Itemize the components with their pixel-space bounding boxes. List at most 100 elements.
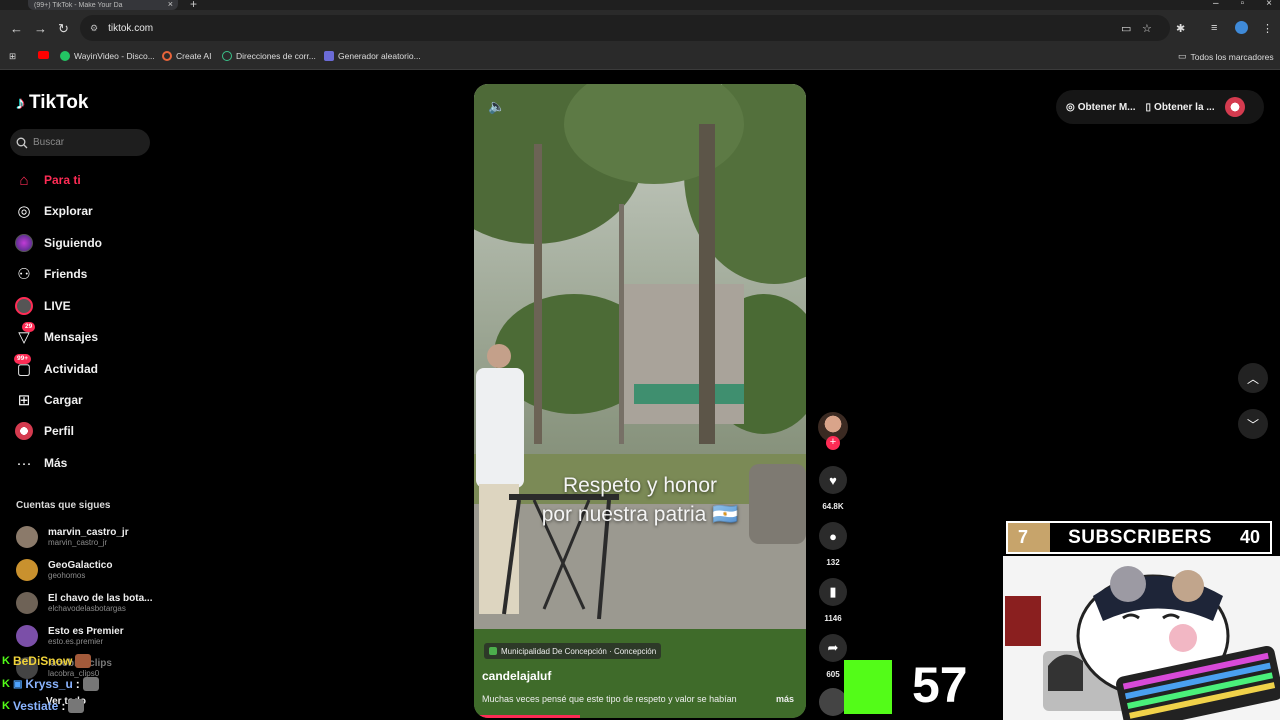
more-button[interactable]: más — [776, 694, 794, 704]
address-bar[interactable]: ⚙ tiktok.com — [80, 15, 1170, 41]
nav-label: Actividad — [44, 362, 99, 376]
minimize-icon[interactable]: – — [1213, 0, 1219, 9]
browser-tabstrip: (99+) TikTok - Make Your Da × + – ▫ × — [0, 0, 1280, 11]
tab-close-icon[interactable]: × — [168, 0, 173, 9]
following-avatar — [15, 234, 33, 252]
user-avatar[interactable] — [1224, 97, 1245, 117]
bookmark-create-ai[interactable]: Create AI — [162, 51, 211, 61]
top-right-actions: ◎ Obtener M... ▯ Obtener la ... — [1056, 90, 1264, 124]
following-account[interactable]: El chavo de las bota... elchavodelasbotar… — [16, 592, 152, 614]
video-caption-line1: Respeto y honor — [562, 474, 718, 497]
nav-label: Explorar — [44, 204, 93, 218]
bookmark-generador[interactable]: Generador aleatorio... — [324, 51, 421, 61]
next-video-button[interactable]: ﹀ — [1238, 409, 1268, 439]
nav-perfil[interactable]: Perfil — [14, 420, 74, 442]
bookmark-wayinvideo[interactable]: WayinVideo - Disco... — [60, 51, 155, 61]
nav-actividad[interactable]: ▢ 99+ Actividad — [14, 354, 99, 380]
following-account[interactable]: GeoGalactico geohomos — [16, 559, 112, 581]
nav-label: Friends — [44, 267, 88, 281]
bookmark-label: Direcciones de corr... — [236, 51, 316, 61]
browser-toolbar: ← → ↻ ⚙ tiktok.com ▭ ☆ ✱ ≡ ⋮ — [0, 10, 1280, 46]
following-account[interactable]: Esto es Premier esto.es.premier — [16, 625, 124, 647]
avatar — [16, 625, 38, 647]
nav-mensajes[interactable]: ▽ 29 Mensajes — [14, 322, 98, 348]
nav-explorar[interactable]: ◎ Explorar — [14, 200, 93, 222]
live-avatar — [15, 297, 33, 315]
previous-video-button[interactable]: ︿ — [1238, 363, 1268, 393]
follow-plus-icon[interactable]: + — [826, 436, 840, 450]
all-bookmarks[interactable]: ▭ Todos los marcadores — [1178, 51, 1274, 62]
account-handle: esto.es.premier — [48, 636, 104, 646]
emote-icon — [68, 699, 85, 713]
bookmarks-bar: ⊞ WayinVideo - Disco... Create AI Direcc… — [0, 46, 1280, 70]
url-text: tiktok.com — [108, 22, 154, 34]
chat-user: Vestiate — [12, 699, 59, 713]
get-coins-button[interactable]: ◎ Obtener M... — [1066, 102, 1136, 113]
avatar — [16, 592, 38, 614]
video-username[interactable]: candelajaluf — [482, 669, 551, 683]
location-pin-icon — [489, 647, 497, 655]
apps-grid-icon[interactable]: ⊞ — [9, 51, 16, 62]
streamer-camera-overlay — [1003, 556, 1280, 720]
video-player[interactable]: 🔈 Respeto y honor por nuestra patria 🇦🇷 … — [474, 84, 806, 718]
browser-tab[interactable]: (99+) TikTok - Make Your Da × — [28, 0, 178, 10]
save-button[interactable]: ▮ 1146 — [818, 578, 848, 623]
compass-icon: ◎ — [17, 203, 31, 220]
tiktok-logo[interactable]: ♪ TikTok — [16, 92, 88, 114]
like-button[interactable]: ♥ 64.8K — [818, 466, 848, 511]
nav-siguiendo[interactable]: Siguiendo — [14, 232, 102, 254]
reload-icon[interactable]: ↻ — [58, 21, 69, 37]
creator-avatar-button[interactable]: + — [818, 412, 848, 450]
nav-friends[interactable]: ⚇ Friends — [14, 263, 87, 285]
avatar — [16, 526, 38, 548]
maximize-icon[interactable]: ▫ — [1241, 0, 1245, 9]
profile-avatar — [15, 422, 33, 440]
location-tag[interactable]: Municipalidad De Concepción · Concepción — [484, 643, 662, 659]
bookmark-direcciones[interactable]: Direcciones de corr... — [222, 51, 316, 61]
profile-avatar-icon[interactable] — [1235, 21, 1248, 34]
comment-icon: ● — [819, 522, 847, 550]
back-icon[interactable]: ← — [10, 21, 23, 36]
upload-icon: ⊞ — [17, 392, 31, 409]
install-app-icon[interactable]: ▭ — [1121, 22, 1131, 35]
coin-icon: ◎ — [1066, 101, 1075, 113]
profile-icon — [14, 421, 34, 441]
youtube-bookmark[interactable] — [38, 51, 49, 59]
heart-icon: ♥ — [819, 466, 847, 494]
site-info-icon[interactable]: ⚙ — [90, 23, 98, 34]
messages-icon: ▽ 29 — [14, 322, 36, 347]
nav-live[interactable]: LIVE — [14, 295, 71, 317]
menu-kebab-icon[interactable]: ⋮ — [1262, 22, 1273, 35]
video-progress-bar[interactable] — [474, 715, 581, 718]
search-icon — [16, 137, 28, 148]
nav-mas[interactable]: ··· Más — [14, 452, 68, 474]
reading-list-icon[interactable]: ≡ — [1211, 22, 1217, 34]
creator-avatar: + — [818, 412, 848, 450]
volume-icon[interactable]: 🔈 — [488, 98, 505, 115]
comment-button[interactable]: ● 132 — [818, 522, 848, 567]
kick-badge-icon: K — [2, 655, 10, 667]
nav-para-ti[interactable]: ⌂ Para ti — [14, 169, 80, 191]
following-account[interactable]: marvin_castro_jr marvin_castro_jr — [16, 526, 129, 548]
logo-text: TikTok — [29, 92, 89, 113]
subscriber-goal-bar: 7 SUBSCRIBERS 40 — [1006, 521, 1272, 554]
youtube-icon — [38, 51, 49, 59]
chevron-down-icon: ﹀ — [1246, 417, 1259, 432]
forward-icon[interactable]: → — [34, 21, 47, 36]
nav-cargar[interactable]: ⊞ Cargar — [14, 389, 83, 411]
like-count: 64.8K — [822, 502, 844, 511]
nav-label: LIVE — [44, 299, 71, 313]
account-name: El chavo de las bota... — [48, 592, 153, 604]
get-app-button[interactable]: ▯ Obtener la ... — [1146, 102, 1215, 113]
bookmark-star-icon[interactable]: ☆ — [1142, 22, 1152, 35]
chat-message: K ▣ Kryss_u : — [2, 677, 99, 691]
extensions-icon[interactable]: ✱ — [1176, 22, 1185, 35]
bookmark-label: WayinVideo - Disco... — [74, 51, 155, 61]
bookmark-label: Create AI — [176, 51, 212, 61]
sub-badge-icon: ▣ — [12, 678, 23, 690]
close-window-icon[interactable]: × — [1266, 0, 1272, 9]
search-input[interactable]: Buscar — [10, 129, 150, 156]
activity-icon: ▢ 99+ — [14, 354, 34, 379]
following-avatar-icon — [14, 233, 34, 253]
account-handle: geohomos — [48, 570, 86, 580]
